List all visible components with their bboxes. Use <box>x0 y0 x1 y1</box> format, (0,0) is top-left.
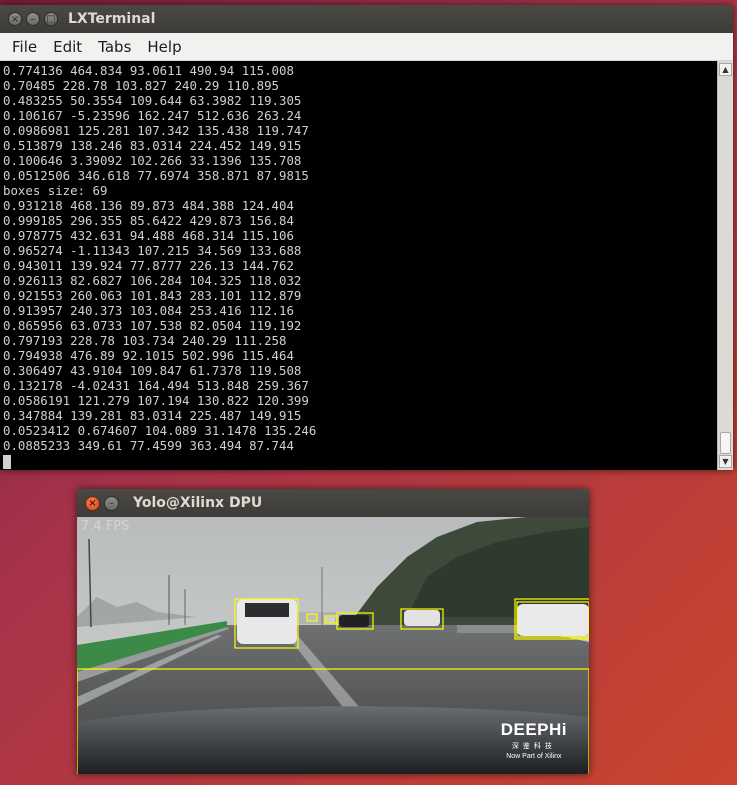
menu-edit[interactable]: Edit <box>45 38 90 56</box>
terminal-line: 0.774136 464.834 93.0611 490.94 115.008 <box>3 63 294 78</box>
minimize-icon[interactable]: – <box>26 12 40 26</box>
terminal-line: 0.483255 50.3554 109.644 63.3982 119.305 <box>3 93 302 108</box>
close-icon[interactable]: × <box>8 12 22 26</box>
logo-tagline: Now Part of Xilinx <box>506 753 562 760</box>
terminal-line: 0.921553 260.063 101.843 283.101 112.879 <box>3 288 302 303</box>
yolo-titlebar[interactable]: × – Yolo@Xilinx DPU <box>77 489 589 517</box>
terminal-line: 0.965274 -1.11343 107.215 34.569 133.688 <box>3 243 302 258</box>
scroll-down-icon[interactable]: ▼ <box>719 455 732 468</box>
video-frame: 7.4 FPS DEEPHi 深鉴科技 Now Part of Xilinx <box>77 517 589 774</box>
window-title: LXTerminal <box>68 11 156 27</box>
terminal-line: 0.0512506 346.618 77.6974 358.871 87.981… <box>3 168 309 183</box>
lxterminal-window: × – □ LXTerminal File Edit Tabs Help 0.7… <box>0 5 733 470</box>
terminal-line: 0.106167 -5.23596 162.247 512.636 263.24 <box>3 108 302 123</box>
terminal-line: 0.797193 228.78 103.734 240.29 111.258 <box>3 333 287 348</box>
terminal-line: 0.931218 468.136 89.873 484.388 124.404 <box>3 198 294 213</box>
terminal-prompt[interactable] <box>3 453 717 469</box>
minimize-icon[interactable]: – <box>104 495 119 511</box>
vertical-scrollbar[interactable]: ▲ ▼ <box>717 61 733 470</box>
logo-chinese: 深鉴科技 <box>511 743 556 750</box>
menu-tabs[interactable]: Tabs <box>90 38 139 56</box>
scrollbar-thumb[interactable] <box>720 432 731 454</box>
terminal-line: 0.306497 43.9104 109.847 61.7378 119.508 <box>3 363 302 378</box>
terminal-line: 0.513879 138.246 83.0314 224.452 149.915 <box>3 138 302 153</box>
logo-name: DEEPHi <box>500 720 567 739</box>
terminal-line: 0.926113 82.6827 106.284 104.325 118.032 <box>3 273 302 288</box>
terminal-line: 0.0885233 349.61 77.4599 363.494 87.744 <box>3 438 294 453</box>
close-icon[interactable]: × <box>85 495 100 511</box>
maximize-icon[interactable]: □ <box>44 12 58 26</box>
menu-bar: File Edit Tabs Help <box>0 33 733 61</box>
terminal-line: 0.0523412 0.674607 104.089 31.1478 135.2… <box>3 423 317 438</box>
fps-counter: 7.4 FPS <box>81 519 130 534</box>
terminal-line: 0.999185 296.355 85.6422 429.873 156.84 <box>3 213 294 228</box>
terminal-line: 0.0986981 125.281 107.342 135.438 119.74… <box>3 123 309 138</box>
window-title: Yolo@Xilinx DPU <box>133 495 263 511</box>
terminal-line: 0.0586191 121.279 107.194 130.822 120.39… <box>3 393 309 408</box>
cursor <box>3 454 11 469</box>
terminal-line: boxes size: 69 <box>3 183 108 198</box>
terminal-line: 0.794938 476.89 92.1015 502.996 115.464 <box>3 348 294 363</box>
scroll-up-icon[interactable]: ▲ <box>719 63 732 76</box>
terminal-line: 0.100646 3.39092 102.266 33.1396 135.708 <box>3 153 302 168</box>
terminal-line: 0.70485 228.78 103.827 240.29 110.895 <box>3 78 280 93</box>
terminal-line: 0.865956 63.0733 107.538 82.0504 119.192 <box>3 318 302 333</box>
terminal-line: 0.913957 240.373 103.084 253.416 112.16 <box>3 303 294 318</box>
menu-file[interactable]: File <box>4 38 45 56</box>
yolo-window: × – Yolo@Xilinx DPU 7.4 FPS DEEPHi 深鉴科技 … <box>77 489 589 774</box>
terminal-output[interactable]: 0.774136 464.834 93.0611 490.94 115.008 0… <box>0 61 717 470</box>
terminal-line: 0.132178 -4.02431 164.494 513.848 259.36… <box>3 378 309 393</box>
deephi-logo: DEEPHi 深鉴科技 Now Part of Xilinx <box>501 720 567 760</box>
terminal-titlebar[interactable]: × – □ LXTerminal <box>0 5 733 33</box>
menu-help[interactable]: Help <box>139 38 189 56</box>
terminal-line: 0.347884 139.281 83.0314 225.487 149.915 <box>3 408 302 423</box>
terminal-line: 0.978775 432.631 94.488 468.314 115.106 <box>3 228 294 243</box>
terminal-line: 0.943011 139.924 77.8777 226.13 144.762 <box>3 258 294 273</box>
